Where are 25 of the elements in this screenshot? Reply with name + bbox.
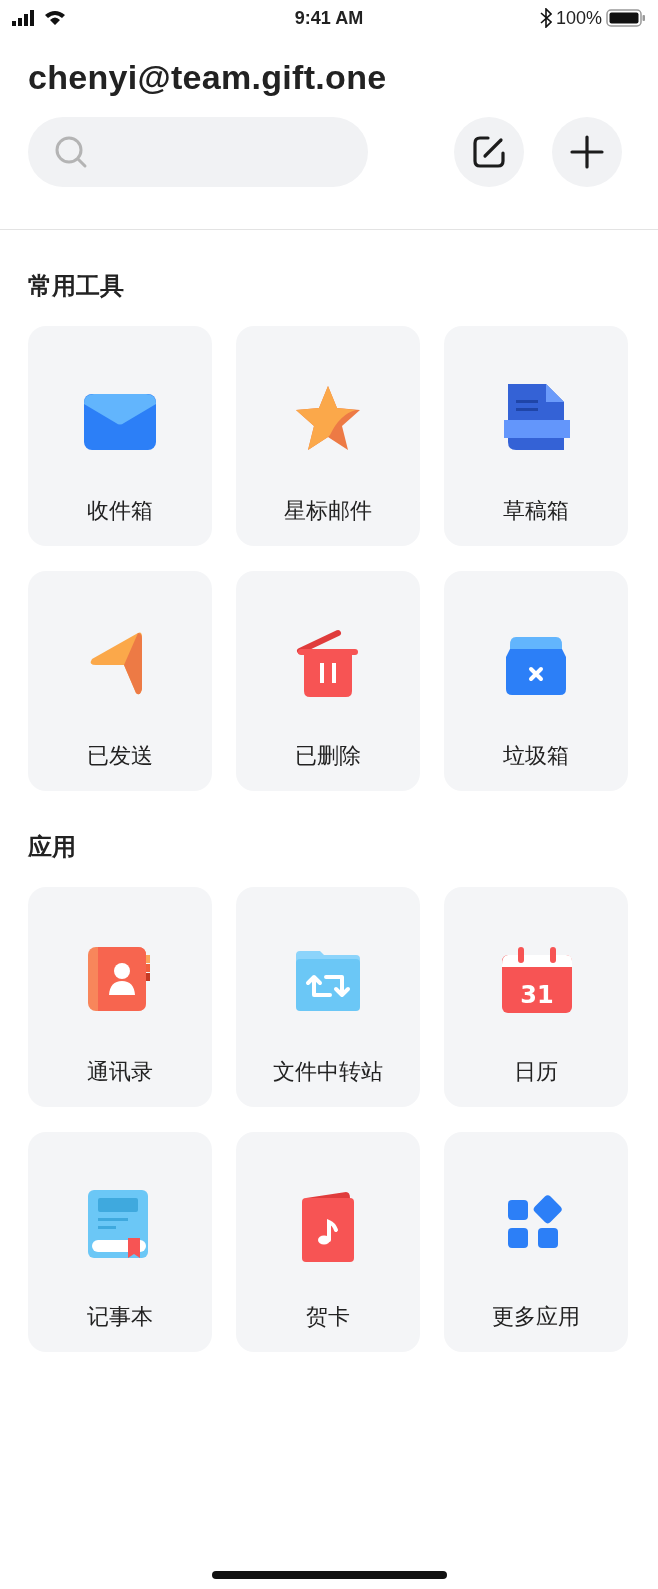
- section-title: 应用: [28, 832, 77, 863]
- compose-icon: [471, 134, 507, 170]
- app-tile[interactable]: 垃圾箱: [444, 571, 628, 791]
- calendar-date: 31: [520, 981, 554, 1009]
- section-title: 常用工具: [28, 271, 125, 302]
- app-tile[interactable]: 已删除: [236, 571, 420, 791]
- app-tile[interactable]: 通讯录: [28, 887, 212, 1107]
- battery-percent: 100%: [555, 7, 602, 29]
- calendar-icon: [502, 947, 572, 1013]
- app-tile[interactable]: 收件箱: [28, 326, 212, 546]
- wifi-icon: [44, 10, 66, 26]
- app-tile[interactable]: 贺卡: [236, 1132, 420, 1352]
- status-time: 9:41 AM: [294, 7, 364, 29]
- app-tile[interactable]: 星标邮件: [236, 326, 420, 546]
- app-tile[interactable]: 草稿箱: [444, 326, 628, 546]
- bluetooth-icon: [539, 8, 552, 28]
- plus-icon: [570, 135, 604, 169]
- app-tile[interactable]: 31 日历: [444, 887, 628, 1107]
- account-email: chenyi@team.gift.one: [28, 58, 388, 97]
- app-tile[interactable]: 记事本: [28, 1132, 212, 1352]
- search-icon: [54, 135, 88, 169]
- app-tile[interactable]: 文件中转站: [236, 887, 420, 1107]
- battery-icon: [606, 9, 646, 27]
- app-tile[interactable]: 更多应用: [444, 1132, 628, 1352]
- app-tile[interactable]: 已发送: [28, 571, 212, 791]
